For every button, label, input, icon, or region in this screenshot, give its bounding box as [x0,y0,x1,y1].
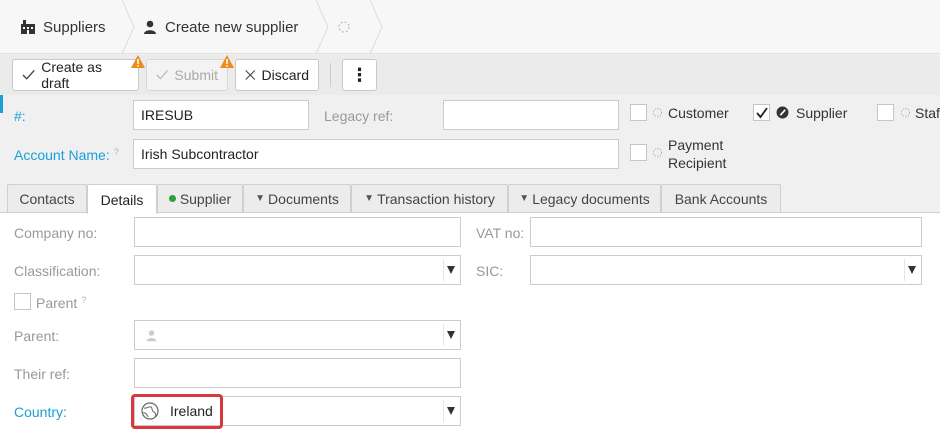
breadcrumb-create-new-supplier[interactable]: Create new supplier [124,0,329,54]
tab-bar: Contacts Details Supplier ▼ Documents ▼ Tr… [7,184,940,214]
tab-supplier[interactable]: Supplier [157,184,243,212]
tab-contacts[interactable]: Contacts [7,184,87,212]
breadcrumb-label: Suppliers [43,18,106,36]
create-as-draft-button[interactable]: Create as draft [12,55,145,91]
tab-label: Details [100,191,144,208]
submit-label: Submit [174,67,218,83]
create-as-draft-label: Create as draft [41,59,102,91]
filter-icon: ▼ [255,193,266,204]
customer-label: Customer [668,105,729,121]
help-icon[interactable]: ? [114,147,119,157]
toolbar-divider [330,63,331,87]
person-icon [144,20,156,34]
vat-no-label: VAT no: [476,225,525,241]
building-icon [21,20,35,34]
payment-recipient-checkbox[interactable] [630,144,647,161]
filter-icon: ▼ [364,193,375,204]
customer-checkbox[interactable] [630,104,647,121]
tab-label: Contacts [19,190,75,207]
more-icon: ⋮ [350,64,369,85]
supplier-checkbox[interactable] [753,104,770,121]
dropdown-arrow-icon [908,266,916,274]
close-icon [245,70,256,80]
dropdown-arrow-icon [447,266,455,274]
submit-button[interactable]: Submit [146,55,234,91]
tab-label: Supplier [179,190,232,207]
status-dot-icon [168,195,176,202]
person-icon [146,329,157,341]
company-no-field[interactable] [134,217,461,247]
check-icon [756,107,768,119]
tab-documents[interactable]: ▼ Documents [243,184,351,212]
payment-recipient-label-2: Recipient [668,155,727,171]
discard-label: Discard [261,67,309,83]
help-icon[interactable]: ? [81,295,86,305]
country-label: Country: [14,404,67,420]
tab-bank-accounts[interactable]: Bank Accounts [661,184,781,212]
spinner-icon [652,147,663,158]
tab-label: Legacy documents [532,190,650,207]
spinner-icon [652,107,663,118]
breadcrumb-suppliers[interactable]: Suppliers [0,0,135,54]
account-name-value: Irish Subcontractor [141,146,259,162]
tab-label: Transaction history [377,190,495,207]
discard-button[interactable]: Discard [235,59,319,91]
dropdown-arrow-icon [447,331,455,339]
payment-recipient-label-1: Payment [668,137,724,153]
company-no-label: Company no: [14,225,98,241]
vat-no-field[interactable] [530,217,922,247]
tab-details[interactable]: Details [87,184,157,214]
supplier-form-window: Suppliers Create new supplier Create as … [0,0,940,432]
breadcrumb-label: Create new supplier [165,18,299,36]
account-name-label-text: Account Name: [14,147,110,163]
parent-label: Parent: [14,328,60,344]
spinner-icon [900,107,911,118]
chevron-separator [370,0,383,54]
account-name-field[interactable]: Irish Subcontractor [133,139,619,169]
dropdown-arrow-icon [447,407,455,415]
warning-icon [220,55,234,68]
tab-label: Bank Accounts [674,190,768,207]
staff-label: Staf [915,105,940,121]
number-field[interactable]: IRESUB [133,100,309,130]
supplier-label: Supplier [796,105,848,121]
parent-checkbox-text: Parent [36,295,78,311]
sic-label: SIC: [476,263,504,279]
breadcrumb-loading [318,0,383,54]
sic-select[interactable] [530,255,922,285]
parent-checkbox-label: Parent? [36,295,86,311]
tab-label: Documents [268,190,339,207]
classification-select[interactable] [134,255,461,285]
legacy-ref-field[interactable] [443,100,619,130]
tab-legacy-documents[interactable]: ▼ Legacy documents [508,184,661,212]
number-value: IRESUB [141,107,194,123]
spinner-icon [338,21,350,33]
number-label: #: [14,108,26,124]
classification-label: Classification: [14,263,101,279]
their-ref-field[interactable] [134,358,461,388]
active-indicator [0,95,3,113]
more-actions-button[interactable]: ⋮ [342,59,377,91]
their-ref-label: Their ref: [14,366,71,382]
country-highlight-box [131,394,223,429]
check-icon [156,70,168,80]
check-icon [22,69,35,80]
staff-checkbox[interactable] [877,104,894,121]
parent-checkbox[interactable] [14,293,31,310]
parent-select[interactable] [134,320,461,350]
supplier-role-icon [776,106,789,119]
warning-icon [131,55,145,68]
legacy-ref-label: Legacy ref: [324,108,394,124]
account-name-label: Account Name:? [14,147,119,163]
filter-icon: ▼ [519,193,530,204]
tab-transaction-history[interactable]: ▼ Transaction history [351,184,508,212]
breadcrumb: Suppliers Create new supplier [0,0,940,54]
toolbar: Create as draft Submit Discard ⋮ [0,55,940,95]
